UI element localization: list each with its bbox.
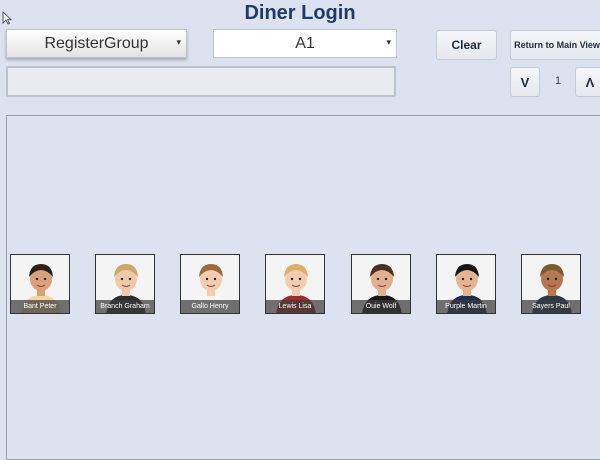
page-number: 1 <box>554 75 562 87</box>
diner-tile[interactable]: Bant Peter <box>10 254 70 314</box>
diner-name: Bant Peter <box>11 300 69 313</box>
search-input[interactable] <box>6 66 396 97</box>
group-dropdown-value: RegisterGroup <box>44 34 149 52</box>
page-down-button[interactable]: V <box>510 67 540 97</box>
dropdown-arrow-icon: ▾ <box>176 37 181 47</box>
diner-name: Gallo Henry <box>181 300 239 313</box>
table-dropdown[interactable]: A1 ▾ <box>213 29 397 58</box>
table-dropdown-value: A1 <box>295 34 315 52</box>
diner-name: Ouie Wolf <box>352 300 410 313</box>
diner-tile[interactable]: Purple Martin <box>436 254 496 314</box>
diner-tile[interactable]: Gallo Henry <box>180 254 240 314</box>
page-title: Diner Login <box>244 2 356 24</box>
diner-tile[interactable]: Lewis Lisa <box>265 254 325 314</box>
diner-name: Purple Martin <box>437 300 495 313</box>
dropdown-arrow-icon: ▾ <box>386 37 391 47</box>
diner-tile[interactable]: Branch Graham <box>95 254 155 314</box>
page-up-button[interactable]: Λ <box>575 67 600 97</box>
clear-button[interactable]: Clear <box>436 30 497 60</box>
diner-tile[interactable]: Sayers Paul <box>521 254 581 314</box>
return-to-main-view-button[interactable]: Return to Main View <box>510 30 600 60</box>
group-dropdown[interactable]: RegisterGroup ▾ <box>6 29 187 58</box>
diner-name: Sayers Paul <box>522 300 580 313</box>
diner-name: Branch Graham <box>96 300 154 313</box>
diner-name: Lewis Lisa <box>266 300 324 313</box>
diner-tile[interactable]: Ouie Wolf <box>351 254 411 314</box>
